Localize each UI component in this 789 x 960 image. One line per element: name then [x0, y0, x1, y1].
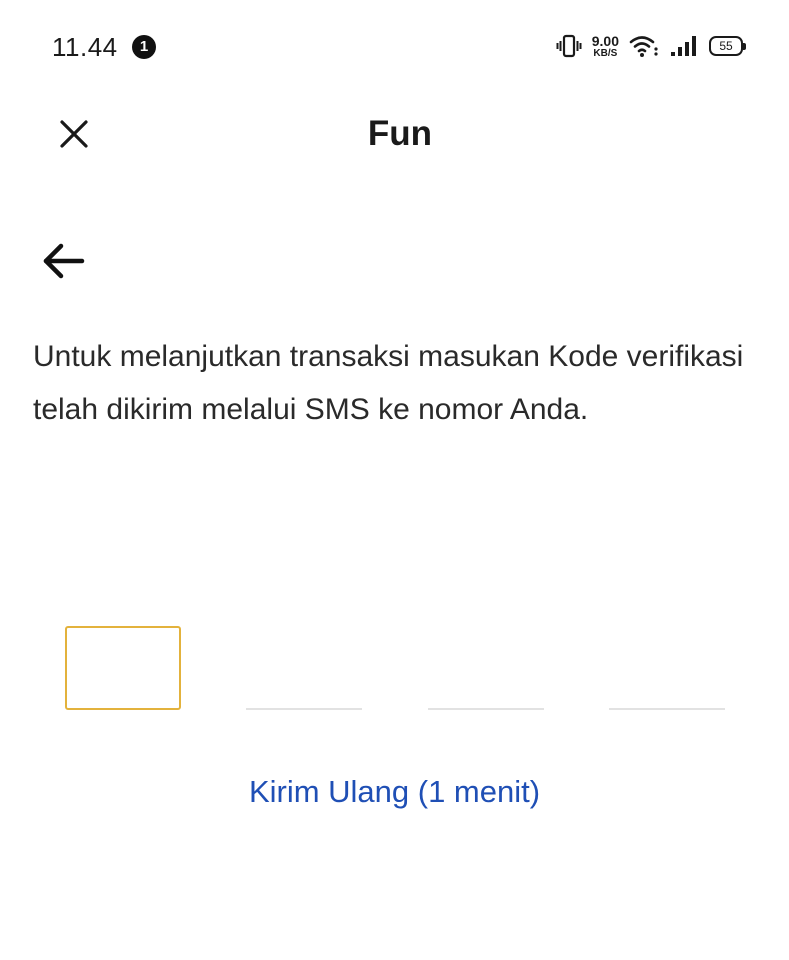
- close-icon: [60, 120, 88, 148]
- close-button[interactable]: [52, 112, 96, 156]
- status-time: 11.44: [52, 32, 118, 62]
- status-bar: 11.44 1 9.00 KB/S 55: [0, 0, 789, 96]
- vibrate-icon: [556, 34, 582, 58]
- page-title: Fun: [367, 114, 433, 153]
- otp-digit-1[interactable]: [65, 626, 181, 710]
- notification-badge: 1: [132, 35, 156, 59]
- instruction-text: Untuk melanjutkan transaksi masukan Kode…: [33, 340, 744, 426]
- resend-code-link[interactable]: Kirim Ulang (1 menit): [0, 770, 789, 814]
- back-button[interactable]: [34, 236, 90, 286]
- network-speed-value: 9.00: [591, 32, 619, 49]
- otp-digit-3[interactable]: [428, 626, 544, 710]
- battery-icon: 55: [709, 36, 746, 56]
- arrow-left-icon: [43, 243, 85, 279]
- otp-digit-2[interactable]: [246, 626, 362, 710]
- otp-digit-4[interactable]: [609, 626, 725, 710]
- network-speed: 9.00 KB/S: [592, 34, 619, 59]
- status-icons: 9.00 KB/S 55: [556, 33, 746, 59]
- wifi-icon: [629, 36, 658, 57]
- signal-icon: [671, 36, 696, 56]
- network-speed-unit: KB/S: [593, 47, 618, 59]
